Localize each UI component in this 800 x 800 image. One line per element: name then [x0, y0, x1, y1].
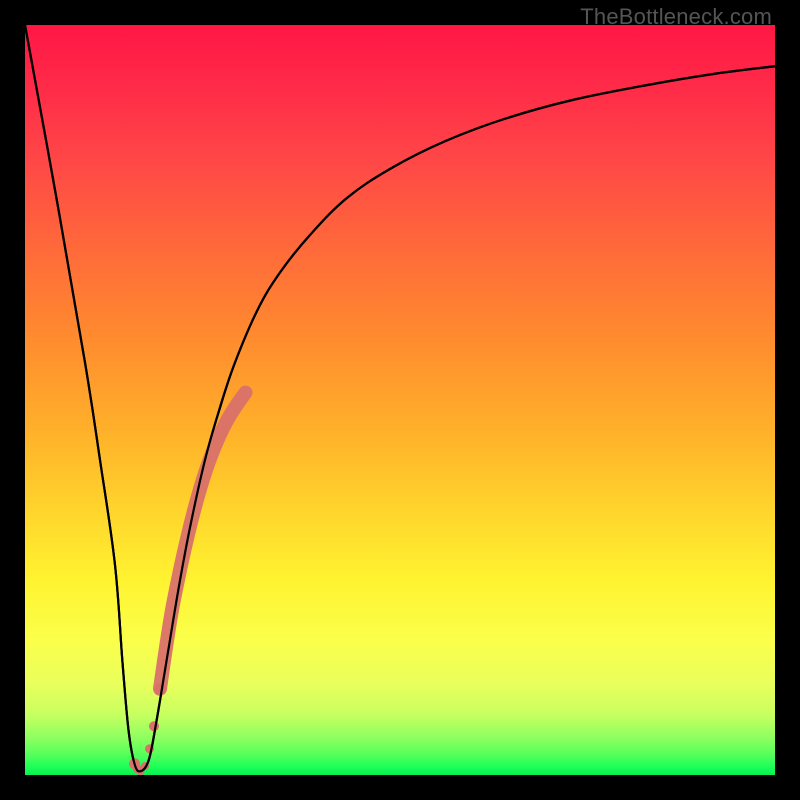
bottleneck-curve-top — [25, 25, 775, 771]
chart-frame: TheBottleneck.com — [0, 0, 800, 800]
hotspot-overlay-under — [160, 393, 246, 689]
hotspot-dot — [155, 683, 166, 694]
bottleneck-curve — [25, 25, 775, 771]
plot-area — [25, 25, 775, 775]
curve-layer — [25, 25, 775, 775]
